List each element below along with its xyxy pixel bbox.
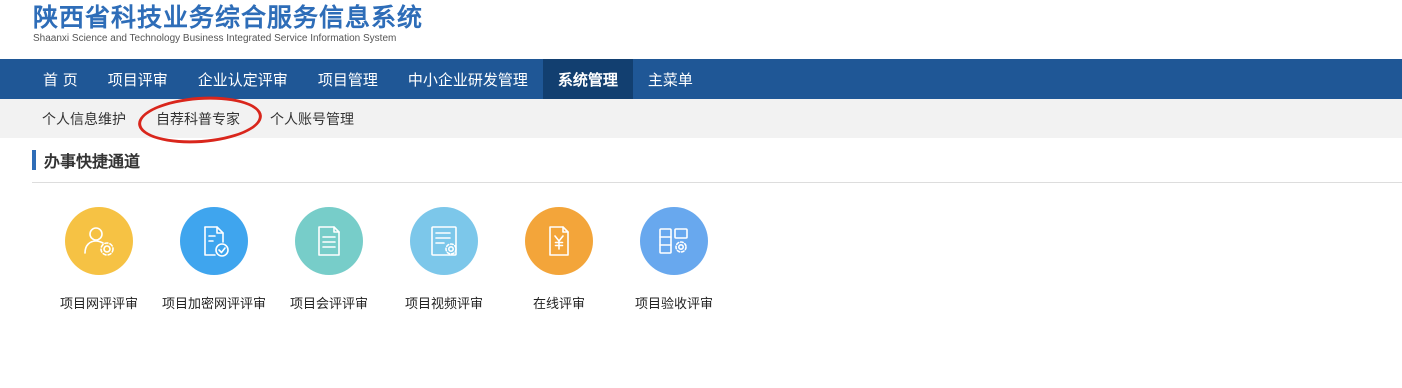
shortcut-acceptance-review[interactable]: 项目验收评审 xyxy=(614,207,734,312)
shortcut-online-evaluation[interactable]: 在线评审 xyxy=(499,207,619,312)
document-check-icon xyxy=(180,207,248,275)
document-gear-icon xyxy=(410,207,478,275)
shortcut-label: 项目加密网评评审 xyxy=(161,297,266,312)
nav-project-management[interactable]: 项目管理 xyxy=(303,59,393,99)
section-title: 办事快捷通道 xyxy=(44,152,141,171)
site-header: 陕西省科技业务综合服务信息系统 Shaanxi Science and Tech… xyxy=(0,0,1402,59)
shortcut-label: 项目会评评审 xyxy=(289,297,368,312)
section-accent-bar xyxy=(32,150,36,170)
document-lines-icon xyxy=(295,207,363,275)
shortcut-meeting-review[interactable]: 项目会评评审 xyxy=(269,207,389,312)
main-navigation: 首 页 项目评审 企业认定评审 项目管理 中小企业研发管理 系统管理 主菜单 xyxy=(0,59,1402,99)
subnav-account-management[interactable]: 个人账号管理 xyxy=(270,109,354,129)
nav-system-management[interactable]: 系统管理 xyxy=(542,59,633,99)
shortcut-label: 项目网评评审 xyxy=(59,297,138,312)
shortcut-label: 项目验收评审 xyxy=(634,297,713,312)
section-divider xyxy=(32,182,1402,183)
system-title: 陕西省科技业务综合服务信息系统 xyxy=(33,3,424,32)
nav-project-review[interactable]: 项目评审 xyxy=(93,59,183,99)
nav-enterprise-certification-review[interactable]: 企业认定评审 xyxy=(183,59,303,99)
subnav-personal-info[interactable]: 个人信息维护 xyxy=(42,109,126,129)
system-subtitle: Shaanxi Science and Technology Business … xyxy=(33,33,397,44)
quick-access-shortcuts: 项目网评评审 项目加密网评评审 项目会评评审 项目视频评审 在线评审 项目验收评… xyxy=(0,207,800,317)
shortcut-label: 项目视频评审 xyxy=(404,297,483,312)
document-yen-icon xyxy=(525,207,593,275)
nav-main-menu[interactable]: 主菜单 xyxy=(633,59,708,99)
user-gear-icon xyxy=(65,207,133,275)
nav-sme-rd-management[interactable]: 中小企业研发管理 xyxy=(393,59,543,99)
shortcut-online-review[interactable]: 项目网评评审 xyxy=(39,207,159,312)
section-header: 办事快捷通道 xyxy=(32,150,141,171)
subnav-self-recommend-expert[interactable]: 自荐科普专家 xyxy=(156,109,240,129)
sub-navigation: 个人信息维护 自荐科普专家 个人账号管理 xyxy=(0,99,1402,138)
shortcut-video-review[interactable]: 项目视频评审 xyxy=(384,207,504,312)
nav-home[interactable]: 首 页 xyxy=(28,59,93,99)
shortcut-encrypted-online-review[interactable]: 项目加密网评评审 xyxy=(154,207,274,312)
grid-gear-icon xyxy=(640,207,708,275)
shortcut-label: 在线评审 xyxy=(532,297,585,312)
